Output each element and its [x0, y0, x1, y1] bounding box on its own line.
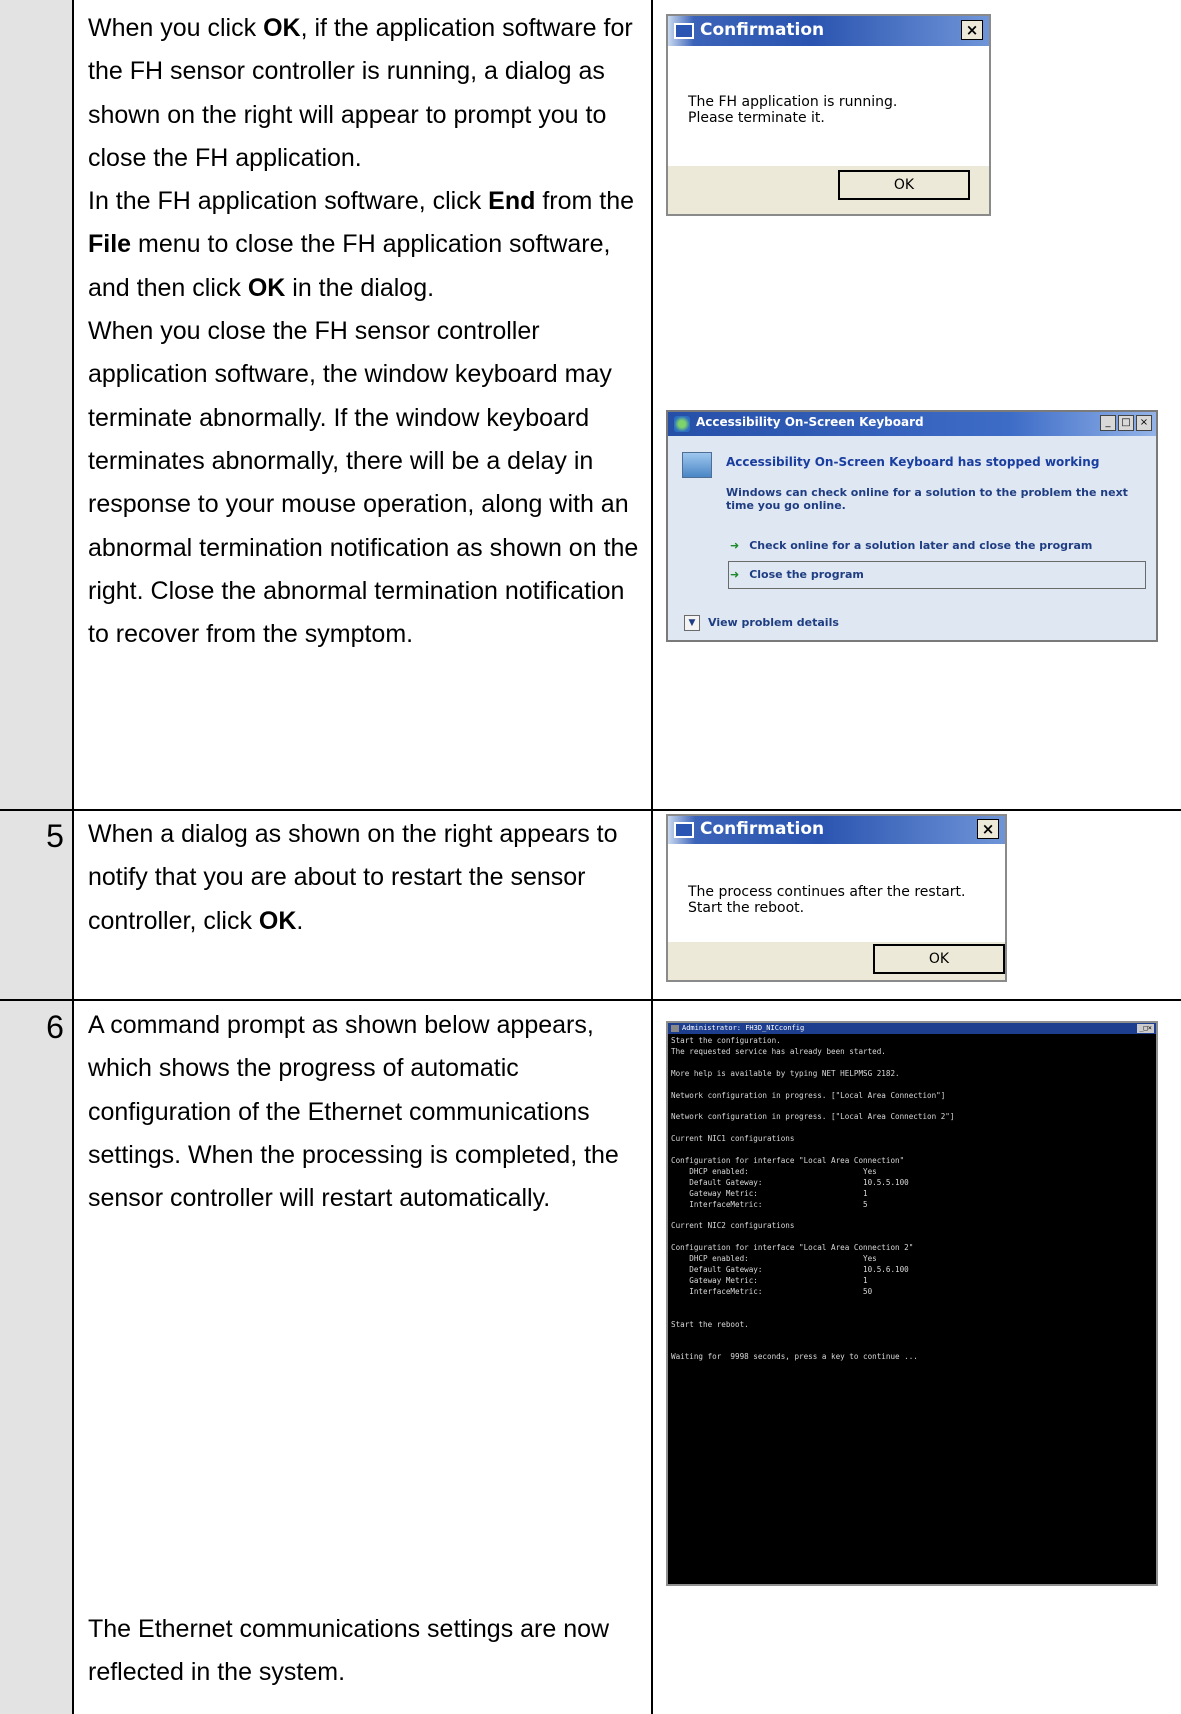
bold-term: End [488, 187, 536, 216]
dialog-message: The process continues after the restart.… [688, 884, 966, 916]
arrow-right-icon: ➜ [730, 539, 740, 552]
window-icon [674, 822, 694, 838]
dialog-body: The FH application is running. Please te… [668, 46, 989, 166]
step-number-column [0, 0, 73, 1714]
error-description: Windows can check online for a solution … [726, 486, 1128, 512]
minimize-icon[interactable]: _ [1100, 415, 1116, 431]
cmd-title: Administrator: FH3D_NICconfig [682, 1024, 805, 1032]
error-dialog-on-screen-keyboard: Accessibility On-Screen Keyboard _ □ × A… [666, 410, 1158, 642]
dialog-title: Confirmation [700, 20, 825, 40]
confirmation-dialog-fh-running: Confirmation × The FH application is run… [666, 14, 991, 216]
step-continued-text: When you click OK, if the application so… [88, 7, 648, 656]
step-number: 5 [46, 818, 64, 854]
dialog-title-bar: Accessibility On-Screen Keyboard _ □ × [668, 412, 1156, 436]
row-divider-6 [0, 999, 1181, 1001]
ok-button[interactable]: OK [838, 170, 970, 200]
paragraph: A command prompt as shown below appears,… [88, 1011, 619, 1213]
cmd-output: Start the configuration. The requested s… [671, 1036, 955, 1362]
keyboard-app-icon [674, 416, 690, 432]
dialog-title: Accessibility On-Screen Keyboard [696, 415, 924, 429]
option-close-program[interactable]: ➜ Close the program [730, 568, 864, 581]
dialog-body: The process continues after the restart.… [668, 844, 1005, 942]
chevron-down-icon: ▼ [684, 615, 700, 631]
option-label: Close the program [749, 568, 864, 581]
option-label: Check online for a solution later and cl… [749, 539, 1093, 552]
step-5-text: When a dialog as shown on the right appe… [88, 813, 648, 943]
window-controls[interactable]: _□× [1137, 1024, 1154, 1033]
error-heading: Accessibility On-Screen Keyboard has sto… [726, 455, 1100, 469]
column-divider-left [72, 0, 74, 1714]
paragraph: The Ethernet communications settings are… [88, 1615, 610, 1687]
paragraph: In the FH application software, click En… [88, 187, 635, 302]
bold-term: File [88, 230, 132, 259]
paragraph: When you click OK, if the application so… [88, 14, 633, 172]
bold-term: OK [258, 906, 297, 935]
window-controls: _ □ × [1100, 415, 1152, 431]
option-check-online[interactable]: ➜ Check online for a solution later and c… [730, 539, 1092, 552]
cmd-title-bar: Administrator: FH3D_NICconfig _□× [668, 1023, 1156, 1034]
arrow-right-icon: ➜ [730, 568, 740, 581]
dialog-message: The FH application is running. Please te… [688, 94, 898, 126]
bold-term: OK [263, 14, 301, 42]
column-divider-right [651, 0, 653, 1714]
dialog-title-bar: Confirmation × [668, 816, 1005, 844]
confirmation-dialog-restart: Confirmation × The process continues aft… [666, 814, 1007, 982]
console-icon [671, 1025, 679, 1032]
paragraph: When a dialog as shown on the right appe… [88, 820, 618, 935]
step-6-footer-text: The Ethernet communications settings are… [88, 1608, 648, 1695]
ok-button[interactable]: OK [873, 944, 1005, 974]
close-button[interactable]: × [977, 819, 999, 839]
step-number: 6 [46, 1009, 64, 1045]
maximize-icon[interactable]: □ [1118, 415, 1134, 431]
dialog-title: Confirmation [700, 819, 825, 839]
command-prompt-window: Administrator: FH3D_NICconfig _□× Start … [666, 1021, 1158, 1586]
step-6-text: A command prompt as shown below appears,… [88, 1004, 648, 1220]
view-problem-details[interactable]: ▼ View problem details [684, 615, 839, 631]
paragraph: When you close the FH sensor controller … [88, 317, 639, 649]
bold-term: OK [247, 273, 286, 302]
close-icon[interactable]: × [1136, 415, 1152, 431]
dialog-title-bar: Confirmation × [668, 16, 989, 46]
details-label: View problem details [708, 616, 839, 629]
close-button[interactable]: × [961, 20, 983, 40]
row-divider-5 [0, 809, 1181, 811]
program-icon [682, 452, 712, 478]
window-icon [674, 23, 694, 39]
